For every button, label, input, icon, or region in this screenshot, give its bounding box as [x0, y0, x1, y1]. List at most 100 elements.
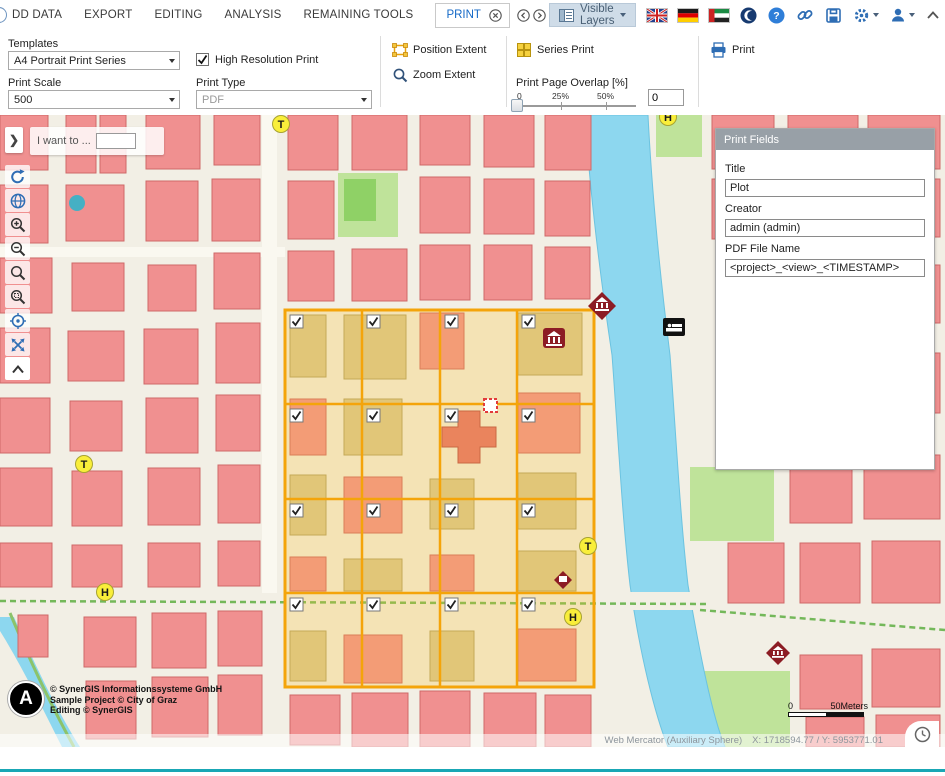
zoom-window-icon [9, 288, 27, 306]
high-res-checkbox[interactable] [196, 53, 209, 66]
i-want-to-widget[interactable]: I want to ... [30, 127, 164, 155]
grid-cell-checkbox[interactable] [522, 409, 535, 422]
print-scale-select[interactable]: 500 [8, 90, 180, 109]
collapse-ribbon-icon[interactable] [926, 10, 940, 20]
grid-cell-checkbox[interactable] [522, 504, 535, 517]
grid-cell-checkbox[interactable] [522, 315, 535, 328]
grid-cell-checkbox[interactable] [445, 504, 458, 517]
zoom-in-button[interactable] [5, 213, 30, 236]
grid-cell-checkbox[interactable] [367, 315, 380, 328]
svg-text:H: H [101, 587, 109, 599]
print-fields-header[interactable]: Print Fields [716, 129, 934, 150]
magnifier-icon [9, 264, 27, 282]
history-clock-button[interactable] [905, 721, 939, 747]
print-ribbon: Templates A4 Portrait Print Series Print… [0, 30, 945, 115]
grid-cell-checkbox[interactable] [445, 598, 458, 611]
overlap-slider-track[interactable] [516, 105, 636, 107]
tab-print-label: PRINT [446, 9, 481, 21]
menu-bar: DD DATA EXPORT EDITING ANALYSIS REMAININ… [0, 0, 945, 30]
scale-bar: 050Meters [788, 701, 874, 717]
gear-icon [853, 7, 870, 24]
bus-stop-icon: H [565, 609, 582, 626]
i-want-to-input[interactable] [96, 133, 136, 149]
flag-uk-icon[interactable] [647, 9, 667, 22]
grid-cell-checkbox[interactable] [290, 409, 303, 422]
zoom-extent-button[interactable]: Zoom Extent [392, 67, 475, 83]
grid-cell-checkbox[interactable] [367, 409, 380, 422]
night-mode-icon[interactable] [740, 7, 757, 24]
user-menu-button[interactable] [890, 7, 915, 23]
chevron-up-icon [9, 363, 27, 375]
collapse-toolbar-button[interactable] [5, 357, 30, 380]
share-link-icon[interactable] [796, 6, 814, 24]
pond [69, 195, 85, 211]
chevron-down-icon [620, 13, 626, 17]
menu-add-data[interactable]: DD DATA [12, 9, 62, 21]
overlap-value-input[interactable] [648, 89, 684, 106]
zoom-window-button[interactable] [5, 285, 30, 308]
magnifier-icon [392, 67, 408, 83]
grid-cell-checkbox[interactable] [290, 504, 303, 517]
menu-analysis[interactable]: ANALYSIS [225, 9, 282, 21]
bottom-strip [0, 747, 945, 776]
map-attribution: © SynerGIS Informationssysteme GmbH Samp… [50, 684, 222, 716]
templates-select[interactable]: A4 Portrait Print Series [8, 51, 180, 70]
zoom-out-icon [9, 240, 27, 258]
svg-text:?: ? [774, 10, 780, 22]
prev-tools-icon[interactable] [517, 9, 530, 22]
tram-stop-icon: T [580, 538, 597, 555]
flag-germany-icon[interactable] [678, 9, 698, 22]
redo-view-button[interactable] [5, 165, 30, 188]
flag-uae-icon[interactable] [709, 9, 729, 22]
map-viewport[interactable]: T T T H H H ❯ I want to ... [0, 115, 945, 747]
visible-layers-button[interactable]: Visible Layers [549, 3, 637, 27]
coordinates-readout: X: 1718594.77 / Y: 5953771.01 [752, 735, 883, 746]
svg-text:H: H [569, 612, 577, 624]
pdf-file-name-input[interactable] [725, 259, 925, 277]
grid-cell-checkbox[interactable] [290, 598, 303, 611]
printer-icon [710, 42, 727, 58]
menu-editing[interactable]: EDITING [154, 9, 202, 21]
print-scale-label: Print Scale [8, 77, 61, 89]
chevron-down-icon [873, 13, 879, 17]
menu-export[interactable]: EXPORT [84, 9, 132, 21]
settings-menu-button[interactable] [853, 7, 879, 24]
layers-panel-icon [559, 9, 574, 22]
full-extent-button[interactable] [5, 189, 30, 212]
svg-text:T: T [278, 119, 285, 131]
expand-arrows-icon [9, 336, 27, 354]
grid-cell-checkbox[interactable] [290, 315, 303, 328]
print-type-select[interactable]: PDF [196, 90, 372, 109]
title-input[interactable] [725, 179, 925, 197]
creator-input[interactable] [725, 219, 925, 237]
pdf-file-name-label: PDF File Name [725, 243, 925, 255]
close-print-tab-icon[interactable] [489, 9, 502, 22]
clipped-tool-icon[interactable] [0, 7, 7, 23]
series-grid-icon [516, 42, 532, 58]
svg-text:H: H [664, 115, 672, 124]
position-extent-button[interactable]: Position Extent [392, 42, 486, 58]
center-map-button[interactable] [5, 309, 30, 332]
next-tools-icon[interactable] [533, 9, 546, 22]
zoom-previous-button[interactable] [5, 261, 30, 284]
grid-cell-checkbox[interactable] [367, 598, 380, 611]
series-print-button[interactable]: Series Print [516, 42, 594, 58]
help-icon[interactable]: ? [768, 7, 785, 24]
zoom-out-button[interactable] [5, 237, 30, 260]
grid-cell-checkbox[interactable] [445, 409, 458, 422]
save-icon[interactable] [825, 7, 842, 24]
hotel-icon [663, 318, 685, 336]
tab-print[interactable]: PRINT [435, 3, 510, 28]
print-series-grid[interactable] [285, 310, 594, 687]
bus-stop-icon: H [97, 584, 114, 601]
gis-app-window: DD DATA EXPORT EDITING ANALYSIS REMAININ… [0, 0, 945, 776]
overlap-slider-handle[interactable] [511, 99, 523, 112]
menu-remaining-tools[interactable]: REMAINING TOOLS [304, 9, 414, 21]
print-button[interactable]: Print [710, 42, 755, 58]
grid-cell-checkbox[interactable] [367, 504, 380, 517]
grid-cell-checkbox[interactable] [445, 315, 458, 328]
expand-panel-button[interactable]: ❯ [5, 127, 23, 153]
grid-cell-checkbox[interactable] [522, 598, 535, 611]
pan-mode-button[interactable] [5, 333, 30, 356]
teal-divider [0, 769, 945, 772]
